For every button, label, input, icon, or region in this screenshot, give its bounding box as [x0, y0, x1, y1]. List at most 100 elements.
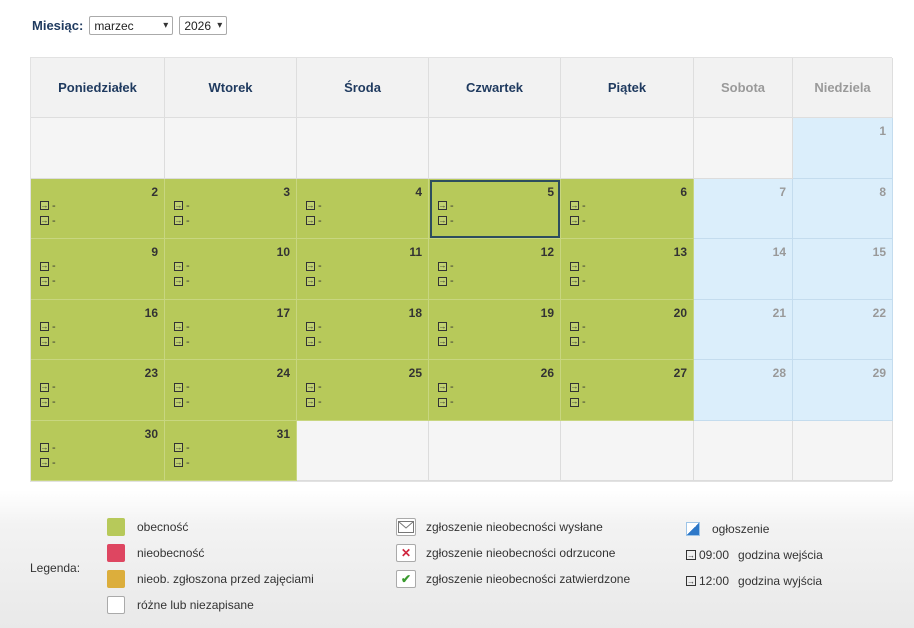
- day-cell[interactable]: 26 → - → -: [429, 360, 561, 421]
- sign-out-icon: →: [40, 336, 49, 346]
- day-cell[interactable]: 23 → - → -: [31, 360, 165, 421]
- day-cell[interactable]: 20 → - → -: [561, 299, 694, 360]
- day-cell[interactable]: 19 → - → -: [429, 299, 561, 360]
- exit-time-value: -: [52, 396, 56, 408]
- legend-item-request-rejected: ✕ zgłoszenie nieobecności odrzucone: [396, 544, 615, 562]
- empty-day-cell: [793, 420, 893, 481]
- exit-time-value: -: [450, 275, 454, 287]
- entry-row: → -: [438, 200, 454, 212]
- entry-time-value: -: [450, 199, 454, 212]
- day-cell[interactable]: 14: [694, 239, 793, 300]
- sign-in-icon: →: [306, 200, 315, 210]
- day-cell[interactable]: 18 → - → -: [297, 299, 429, 360]
- day-cell[interactable]: 12 → - → -: [429, 239, 561, 300]
- attendance-calendar: Poniedziałek Wtorek Środa Czwartek Piątek Sob…: [30, 57, 893, 482]
- day-number: 15: [872, 245, 886, 259]
- day-cell[interactable]: 16 → - → -: [31, 299, 165, 360]
- entry-time-value: -: [318, 199, 322, 212]
- day-number: 23: [144, 366, 158, 380]
- exit-row: → -: [40, 336, 56, 348]
- day-number: 22: [872, 305, 886, 320]
- exit-time-value: -: [52, 214, 56, 227]
- entry-time-value: -: [450, 381, 454, 393]
- day-cell[interactable]: 29: [793, 360, 893, 421]
- period-filter: Miesiąc: marzec ▾ 2026 ▾: [32, 16, 228, 35]
- sign-out-icon: →: [40, 397, 49, 407]
- sign-in-icon: →: [438, 382, 447, 392]
- exit-time-value: -: [318, 214, 322, 227]
- day-cell[interactable]: 6 → - → -: [561, 178, 694, 239]
- day-number: 16: [144, 305, 158, 320]
- entry-label: godzina wejścia: [738, 548, 823, 562]
- day-cell[interactable]: 22: [793, 299, 893, 360]
- sign-out-icon: →: [306, 215, 315, 225]
- entry-row: → -: [570, 260, 586, 272]
- entry-row: → -: [174, 260, 190, 272]
- day-cell[interactable]: 24 → - → -: [165, 360, 297, 421]
- month-value: marzec: [94, 18, 134, 33]
- day-cell[interactable]: 21: [694, 299, 793, 360]
- exit-row: → -: [570, 396, 586, 408]
- day-cell[interactable]: 7: [694, 178, 793, 239]
- entry-time-value: -: [52, 441, 56, 454]
- entry-time-value: -: [52, 260, 56, 272]
- month-select[interactable]: marzec ▾: [89, 16, 174, 35]
- entry-time-value: -: [450, 260, 454, 272]
- day-cell[interactable]: 5 → - → -: [429, 178, 561, 239]
- legend-item-request-sent: zgłoszenie nieobecności wysłane: [396, 518, 603, 536]
- day-cell[interactable]: 11 → - → -: [297, 239, 429, 300]
- day-cell[interactable]: 2 → - → -: [31, 178, 165, 239]
- legend-item-reported-absence: nieob. zgłoszona przed zajęciami: [107, 570, 314, 588]
- day-cell[interactable]: 15: [793, 239, 893, 300]
- year-select[interactable]: 2026 ▾: [179, 16, 228, 35]
- day-cell[interactable]: 1: [793, 118, 893, 179]
- sign-in-icon: →: [438, 321, 447, 331]
- reject-x-icon: ✕: [396, 544, 416, 562]
- exit-time-value: -: [450, 335, 454, 348]
- day-number: 26: [540, 366, 554, 380]
- sign-in-icon: →: [306, 382, 315, 392]
- day-cell[interactable]: 25 → - → -: [297, 360, 429, 421]
- entry-row: → -: [438, 381, 454, 393]
- month-label: Miesiąc:: [32, 18, 84, 33]
- day-cell[interactable]: 28: [694, 360, 793, 421]
- day-cell[interactable]: 9 → - → -: [31, 239, 165, 300]
- legend-item-entry-time: → 09:00 godzina wejścia: [686, 548, 823, 562]
- day-cell[interactable]: 17 → - → -: [165, 299, 297, 360]
- sign-out-icon: →: [686, 576, 696, 586]
- sign-out-icon: →: [174, 215, 183, 225]
- weekday-header: Poniedziałek: [31, 58, 165, 118]
- sign-in-icon: →: [306, 321, 315, 331]
- entry-time-value: -: [450, 320, 454, 333]
- exit-time-value: -: [582, 275, 586, 287]
- exit-row: → -: [174, 336, 190, 348]
- entry-row: → -: [174, 381, 190, 393]
- day-cell[interactable]: 27 → - → -: [561, 360, 694, 421]
- legend-label: nieob. zgłoszona przed zajęciami: [137, 572, 314, 586]
- entry-time-value: -: [318, 381, 322, 393]
- sign-in-icon: →: [40, 200, 49, 210]
- empty-day-cell: [429, 118, 561, 179]
- legend-label: zgłoszenie nieobecności wysłane: [426, 520, 603, 534]
- entry-row: → -: [174, 321, 190, 333]
- day-number: 25: [408, 366, 422, 380]
- day-number: 20: [673, 305, 687, 320]
- legend-title: Legenda:: [30, 561, 81, 575]
- exit-row: → -: [306, 215, 322, 227]
- day-cell[interactable]: 4 → - → -: [297, 178, 429, 239]
- day-cell[interactable]: 30 → - → -: [31, 420, 165, 481]
- chevron-down-icon: ▾: [217, 20, 223, 31]
- sign-out-icon: →: [438, 276, 447, 286]
- sign-in-icon: →: [306, 261, 315, 271]
- day-cell[interactable]: 10 → - → -: [165, 239, 297, 300]
- day-cell[interactable]: 8: [793, 178, 893, 239]
- entry-time-value: -: [318, 320, 322, 333]
- exit-time-value: -: [318, 396, 322, 408]
- day-number: 31: [276, 426, 290, 441]
- day-cell[interactable]: 3 → - → -: [165, 178, 297, 239]
- day-cell[interactable]: 13 → - → -: [561, 239, 694, 300]
- day-cell[interactable]: 31 → - → -: [165, 420, 297, 481]
- legend-label: obecność: [137, 520, 189, 534]
- entry-row: → -: [306, 321, 322, 333]
- year-value: 2026: [184, 18, 212, 33]
